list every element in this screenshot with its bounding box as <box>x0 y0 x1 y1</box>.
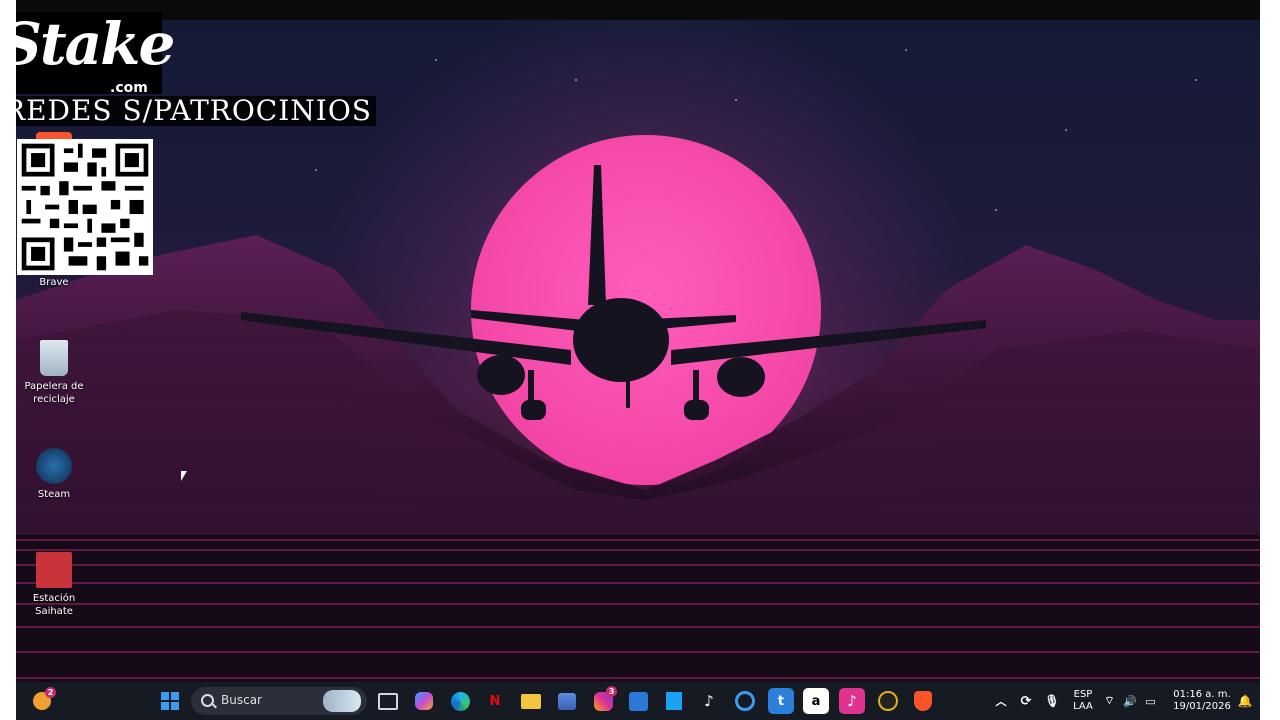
taskbar-tiktok[interactable]: ♪ <box>696 688 722 714</box>
right-letterbox <box>1260 0 1280 720</box>
search-placeholder: Buscar <box>221 693 262 707</box>
microphone-icon: 🎙 <box>1044 694 1060 708</box>
show-hidden-icons-button[interactable]: ︿ <box>988 688 1014 714</box>
sync-tray[interactable]: ⟳ <box>1013 688 1039 714</box>
taskbar-edge[interactable] <box>447 688 473 714</box>
qr-code <box>17 139 153 275</box>
language-indicator[interactable]: ESP LAA <box>1070 689 1096 713</box>
notifications-button[interactable]: 🔔 <box>1232 688 1258 714</box>
bell-icon: 🔔 <box>1237 694 1253 708</box>
sponsor-banner: REDES S/PATROCINIOS <box>0 96 376 126</box>
taskbar-copilot[interactable] <box>411 688 437 714</box>
weather-widget[interactable]: 2 <box>29 687 56 714</box>
taskbar-ms-app[interactable] <box>661 688 687 714</box>
taskbar-tiktok-pink[interactable]: ♪ <box>839 688 865 714</box>
desktop-icon-steam[interactable]: Steam <box>16 448 94 501</box>
search-box[interactable]: Buscar <box>191 687 367 715</box>
top-letterbox <box>0 0 1280 20</box>
desktop-icon-saihate[interactable]: Estación Saihate <box>16 552 94 618</box>
mouse-cursor <box>181 471 187 481</box>
weather-badge: 2 <box>45 687 56 698</box>
chevron-up-icon: ︿ <box>995 695 1007 708</box>
brand-logo: Stake <box>0 10 175 78</box>
tiktok-pink-icon: ♪ <box>847 692 857 710</box>
language-top: ESP <box>1073 689 1093 700</box>
edge-icon <box>450 691 470 711</box>
recycle-bin-icon <box>40 340 68 376</box>
taskbar-netflix[interactable]: N <box>482 688 508 714</box>
language-bottom: LAA <box>1073 701 1093 712</box>
steam-icon <box>36 448 72 484</box>
network-volume-battery-tray[interactable]: ⌔ 🔊 ▭ <box>1100 688 1160 714</box>
taskbar-brave[interactable] <box>910 688 936 714</box>
desktop-icon-label: Papelera de reciclaje <box>24 381 84 405</box>
tiktok-icon: ♪ <box>704 692 714 710</box>
taskbar-file-explorer[interactable] <box>518 688 544 714</box>
taskbar-amazon[interactable]: a <box>803 688 829 714</box>
taskbar: 2 Buscar N 3 ♪ t a ♪ ︿ ⟳ 🎙 ESP LAA ⌔ 🔊 ▭… <box>16 682 1260 720</box>
taskbar-vscode[interactable] <box>625 688 651 714</box>
search-highlight-art <box>323 690 361 712</box>
tumblr-icon: t <box>777 693 785 709</box>
netflix-icon: N <box>489 693 501 709</box>
desktop-icon-label: Brave <box>39 277 69 288</box>
clock[interactable]: 01:16 a. m. 19/01/2026 <box>1168 689 1236 713</box>
volume-icon: 🔊 <box>1123 694 1137 708</box>
cortana-ring-icon <box>735 691 755 711</box>
store-icon <box>558 692 576 710</box>
taskbar-obs[interactable] <box>875 688 901 714</box>
ms-store-blue-icon <box>666 692 682 710</box>
start-button[interactable] <box>157 688 183 714</box>
battery-icon: ▭ <box>1145 694 1156 708</box>
desktop-icon-label: Estación Saihate <box>32 593 76 617</box>
desktop-icon-label: Steam <box>37 489 71 500</box>
instagram-badge: 3 <box>606 686 617 697</box>
desktop-icon-recycle-bin[interactable]: Papelera de reciclaje <box>16 340 94 406</box>
brave-icon <box>914 691 932 711</box>
vscode-icon <box>628 691 648 711</box>
file-explorer-icon <box>521 693 541 709</box>
taskbar-tumblr[interactable]: t <box>768 688 794 714</box>
saihate-icon <box>36 552 72 588</box>
sync-icon: ⟳ <box>1020 693 1032 709</box>
microphone-tray[interactable]: 🎙 <box>1039 688 1065 714</box>
copilot-icon <box>415 692 433 710</box>
windows-logo-icon <box>161 692 179 710</box>
task-view-button[interactable] <box>375 688 401 714</box>
wifi-icon: ⌔ <box>1104 694 1115 707</box>
clock-date: 19/01/2026 <box>1173 701 1231 712</box>
obs-icon <box>878 691 898 711</box>
clock-time: 01:16 a. m. <box>1173 689 1231 700</box>
taskbar-instagram[interactable]: 3 <box>590 686 617 714</box>
search-icon <box>201 694 214 707</box>
amazon-icon: a <box>811 693 821 709</box>
desktop-label-brave[interactable]: Brave <box>16 276 94 289</box>
left-letterbox <box>0 0 16 720</box>
taskbar-cortana[interactable] <box>732 688 758 714</box>
task-view-icon <box>378 692 398 710</box>
taskbar-store[interactable] <box>554 688 580 714</box>
